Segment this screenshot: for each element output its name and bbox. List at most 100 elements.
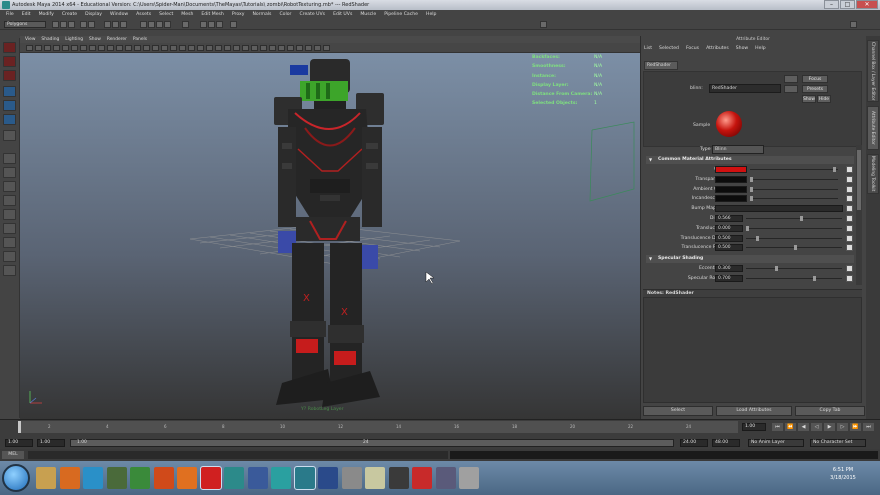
end-time-field[interactable]: 48.00 [712, 439, 740, 447]
sidebar-toggle-icon[interactable] [850, 21, 857, 28]
tab-channel-box[interactable]: Channel Box / Layer Editor [867, 40, 879, 102]
taskbar-word-icon[interactable] [435, 467, 456, 489]
color-swatch[interactable] [715, 185, 747, 193]
ae-menu-selected[interactable]: Selected [659, 44, 679, 53]
attr-value-field[interactable]: 0.566 [715, 215, 743, 222]
slider-knob[interactable] [750, 176, 753, 182]
slider-knob[interactable] [750, 186, 753, 192]
snap-point-icon[interactable] [156, 21, 163, 28]
taskbar-firefox-icon[interactable] [153, 467, 174, 489]
map-button-icon[interactable] [846, 175, 853, 183]
viewport-toolbar-icon[interactable] [125, 45, 132, 51]
taskbar-calculator-icon[interactable] [341, 467, 362, 489]
viewport-toolbar-icon[interactable] [53, 45, 60, 51]
maximize-button[interactable]: □ [840, 0, 855, 9]
map-button-icon[interactable] [846, 185, 853, 193]
slider-knob[interactable] [800, 216, 804, 221]
hypershade-layout-icon[interactable] [3, 223, 16, 234]
type-dropdown[interactable]: Blinn [712, 145, 764, 154]
select-component-icon[interactable] [120, 21, 127, 28]
attr-slider[interactable] [750, 178, 838, 180]
ae-menu-attributes[interactable]: Attributes [706, 44, 729, 53]
step-forward-key-icon[interactable]: ⏩ [850, 423, 861, 431]
attr-slider[interactable] [746, 268, 842, 269]
menu-select[interactable]: Select [159, 10, 173, 19]
menu-create[interactable]: Create [62, 10, 77, 19]
viewport-toolbar-icon[interactable] [62, 45, 69, 51]
menu-pipeline-cache[interactable]: Pipeline Cache [384, 10, 418, 19]
viewport-menu-panels[interactable]: Panels [133, 36, 147, 43]
map-button-icon[interactable] [846, 205, 853, 213]
viewport-toolbar-icon[interactable] [89, 45, 96, 51]
step-back-icon[interactable]: ◀ [798, 423, 809, 431]
menu-normals[interactable]: Normals [252, 10, 271, 19]
taskbar-inkscape-icon[interactable] [388, 467, 409, 489]
step-back-key-icon[interactable]: ⏪ [785, 423, 796, 431]
taskbar-maya-2-icon[interactable] [247, 467, 268, 489]
attr-slider[interactable] [746, 218, 842, 219]
render-layout-icon[interactable] [3, 251, 16, 262]
uv-layout-icon[interactable] [3, 237, 16, 248]
viewport-toolbar-icon[interactable] [143, 45, 150, 51]
move-tool-icon[interactable] [3, 86, 16, 97]
save-scene-icon[interactable] [68, 21, 75, 28]
single-pane-layout-icon[interactable] [3, 153, 16, 164]
attr-slider[interactable] [750, 169, 838, 170]
attr-slider[interactable] [746, 237, 842, 239]
menu-assets[interactable]: Assets [136, 10, 151, 19]
taskbar-after-effects-icon[interactable] [318, 467, 338, 489]
mel-label[interactable]: MEL [2, 451, 24, 459]
map-button-icon[interactable] [846, 166, 853, 173]
attr-slider[interactable] [746, 277, 842, 279]
notes-textarea[interactable] [643, 297, 862, 403]
viewport-menu-renderer[interactable]: Renderer [107, 36, 127, 43]
viewport-toolbar-icon[interactable] [170, 45, 177, 51]
snap-grid-icon[interactable] [140, 21, 147, 28]
go-to-end-icon[interactable]: ⏭ [863, 423, 874, 431]
viewport-toolbar-icon[interactable] [197, 45, 204, 51]
minimize-button[interactable]: – [824, 0, 839, 9]
paint-select-tool-icon[interactable] [3, 70, 16, 81]
slider-knob[interactable] [746, 225, 749, 231]
snap-curve-icon[interactable] [148, 21, 155, 28]
slider-knob[interactable] [750, 196, 753, 202]
viewport-toolbar-icon[interactable] [278, 45, 285, 51]
viewport-menu-view[interactable]: View [25, 36, 35, 43]
map-button-icon[interactable] [846, 265, 853, 272]
map-button-icon[interactable] [846, 274, 853, 282]
lasso-tool-icon[interactable] [3, 56, 16, 67]
taskbar-screen-icon[interactable] [459, 467, 479, 489]
viewport-toolbar-icon[interactable] [323, 45, 330, 51]
start-button[interactable] [2, 464, 30, 492]
undo-icon[interactable] [80, 21, 87, 28]
menu-modify[interactable]: Modify [39, 10, 54, 19]
map-button-icon[interactable] [846, 234, 853, 242]
attr-value-field[interactable]: 0.700 [715, 274, 743, 282]
tab-modeling-toolkit[interactable]: Modeling Toolkit [867, 154, 879, 194]
current-frame-field[interactable]: 1.00 [742, 423, 766, 431]
select-hierarchy-icon[interactable] [104, 21, 111, 28]
taskbar-photoshop-icon[interactable] [83, 467, 103, 489]
open-scene-icon[interactable] [60, 21, 67, 28]
taskbar-media-player-icon[interactable] [59, 467, 80, 489]
render-frame-icon[interactable] [200, 21, 207, 28]
attr-value-field[interactable]: 0.500 [715, 234, 743, 242]
viewport-menu-shading[interactable]: Shading [41, 36, 59, 43]
rotate-tool-icon[interactable] [3, 100, 16, 111]
render-settings-icon[interactable] [216, 21, 223, 28]
play-forward-icon[interactable]: ▶ [824, 423, 835, 431]
attr-slider[interactable] [750, 198, 838, 200]
color-swatch[interactable] [715, 195, 747, 203]
close-button[interactable]: ✕ [856, 0, 878, 9]
range-start-field[interactable]: 1.00 [37, 439, 65, 447]
node-name-field[interactable]: RedShader [709, 84, 781, 93]
viewport-toolbar-icon[interactable] [152, 45, 159, 51]
viewport-menu-lighting[interactable]: Lighting [65, 36, 83, 43]
viewport-toolbar-icon[interactable] [305, 45, 312, 51]
time-slider-track[interactable]: 2 4 6 8 10 12 14 16 18 20 22 24 [18, 421, 738, 433]
redo-icon[interactable] [88, 21, 95, 28]
ae-menu-show[interactable]: Show [736, 44, 748, 53]
slider-knob[interactable] [833, 167, 836, 172]
viewport-toolbar-icon[interactable] [287, 45, 294, 51]
viewport-toolbar-icon[interactable] [242, 45, 249, 51]
